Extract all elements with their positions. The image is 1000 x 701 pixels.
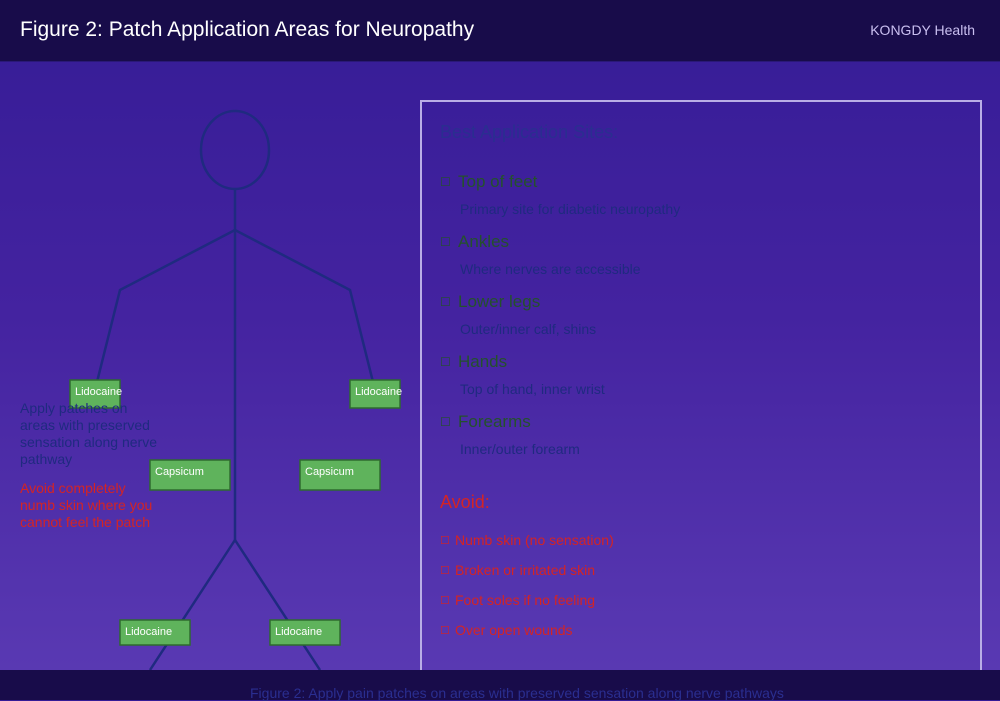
avoid-item: ☐ Broken or irritated skin [440, 562, 595, 578]
checkbox-icon: ☐ [440, 355, 451, 369]
avoid-item: ☐ Foot soles if no feeling [440, 592, 595, 608]
patch-left-side: Capsicum [149, 459, 231, 491]
checkbox-icon: ☐ [440, 624, 450, 637]
avoid-item: ☐ Over open wounds [440, 622, 573, 638]
footer-caption: Figure 2: Apply pain patches on areas wi… [250, 685, 784, 701]
checkbox-icon: ☐ [440, 175, 451, 189]
avoid-text: Foot soles if no feeling [455, 592, 596, 608]
patch-right-hand: Lidocaine [349, 379, 402, 409]
avoid-text: Numb skin (no sensation) [455, 532, 614, 548]
site-name: Top of feet [458, 172, 538, 191]
site-description: Inner/outer forearm [460, 441, 580, 457]
panel-title: Best Application Sites: [440, 122, 619, 142]
patch-label: Lidocaine [125, 626, 172, 638]
figure-right-leg [233, 539, 322, 670]
checkbox-icon: ☐ [440, 295, 451, 309]
site-description: Primary site for diabetic neuropathy [460, 201, 681, 217]
patch-label: Lidocaine [355, 386, 402, 398]
brand-name: KONGDY Health [870, 22, 975, 38]
figure-left-arm [93, 228, 236, 391]
figure-left-leg [148, 539, 237, 670]
checkbox-icon: ☐ [440, 564, 450, 577]
figure-right-arm [234, 228, 377, 391]
patch-label: Lidocaine [275, 626, 322, 638]
patch-label: Capsicum [155, 466, 204, 478]
avoid-text: Broken or irritated skin [455, 562, 596, 578]
checkbox-icon: ☐ [440, 415, 451, 429]
application-sites-panel: Best Application Sites: ☐ Top of feet Pr… [420, 100, 982, 672]
site-name: Lower legs [458, 292, 541, 311]
patch-left-lower-leg: Lidocaine [119, 619, 191, 646]
site-name: Forearms [458, 412, 531, 431]
site-description: Outer/inner calf, shins [460, 321, 597, 337]
avoid-text: Over open wounds [455, 622, 573, 638]
site-item: ☐ Ankles Where nerves are accessible [440, 232, 641, 277]
avoid-item: ☐ Numb skin (no sensation) [440, 532, 614, 548]
patch-right-side: Capsicum [299, 459, 381, 491]
note-avoid: Avoid completely numb skin where you can… [20, 480, 153, 530]
body-diagram: Lidocaine Lidocaine Capsicum Capsicum Lidoca… [69, 109, 402, 670]
note-apply: Apply patches on areas with preserved se… [20, 400, 157, 467]
site-item: ☐ Top of feet Primary site for diabetic … [440, 172, 680, 217]
patch-right-lower-leg: Lidocaine [269, 619, 341, 646]
site-name: Hands [458, 352, 508, 371]
site-item: ☐ Lower legs Outer/inner calf, shins [440, 292, 596, 337]
site-description: Top of hand, inner wrist [460, 381, 605, 397]
avoid-title: Avoid: [440, 492, 490, 512]
site-item: ☐ Hands Top of hand, inner wrist [440, 352, 605, 397]
footer-bar: Figure 2: Apply pain patches on areas wi… [0, 670, 1000, 701]
stick-figure [93, 109, 377, 670]
patch-label: Capsicum [305, 466, 354, 478]
site-description: Where nerves are accessible [460, 261, 641, 277]
checkbox-icon: ☐ [440, 594, 450, 607]
site-name: Ankles [458, 232, 510, 251]
figure-head [199, 109, 271, 191]
site-item: ☐ Forearms Inner/outer forearm [440, 412, 580, 457]
checkbox-icon: ☐ [440, 235, 451, 249]
patch-label: Lidocaine [75, 386, 122, 398]
checkbox-icon: ☐ [440, 534, 450, 547]
